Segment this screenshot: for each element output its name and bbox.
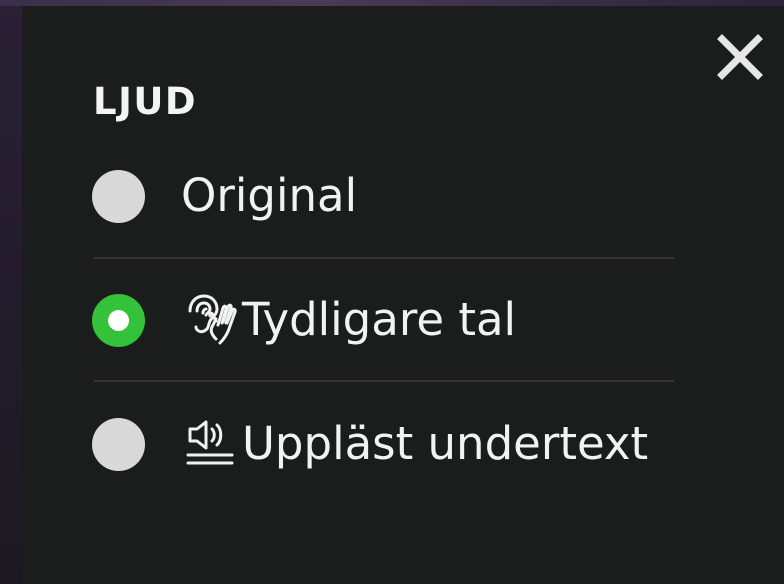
- close-button[interactable]: [714, 31, 766, 83]
- audio-settings-panel: LJUD Original Tydligare tal Uppläst unde…: [22, 6, 784, 584]
- section-heading: LJUD: [93, 80, 198, 123]
- audio-option-read-subtitles[interactable]: Uppläst undertext: [92, 412, 674, 476]
- audio-option-original[interactable]: Original: [92, 164, 674, 228]
- option-label: Tydligare tal: [242, 293, 517, 346]
- ear-hand-icon: [182, 291, 240, 349]
- option-label: Uppläst undertext: [242, 417, 649, 470]
- audio-option-clearer-speech[interactable]: Tydligare tal: [92, 288, 674, 352]
- divider: [94, 380, 674, 382]
- radio-button[interactable]: [92, 417, 145, 471]
- option-label: Original: [181, 169, 358, 222]
- divider: [94, 257, 674, 259]
- radio-button[interactable]: [92, 169, 145, 223]
- speaker-subtitles-icon: [182, 415, 240, 473]
- close-icon: [717, 34, 763, 80]
- radio-button-selected[interactable]: [92, 293, 145, 347]
- radio-dot: [108, 309, 129, 331]
